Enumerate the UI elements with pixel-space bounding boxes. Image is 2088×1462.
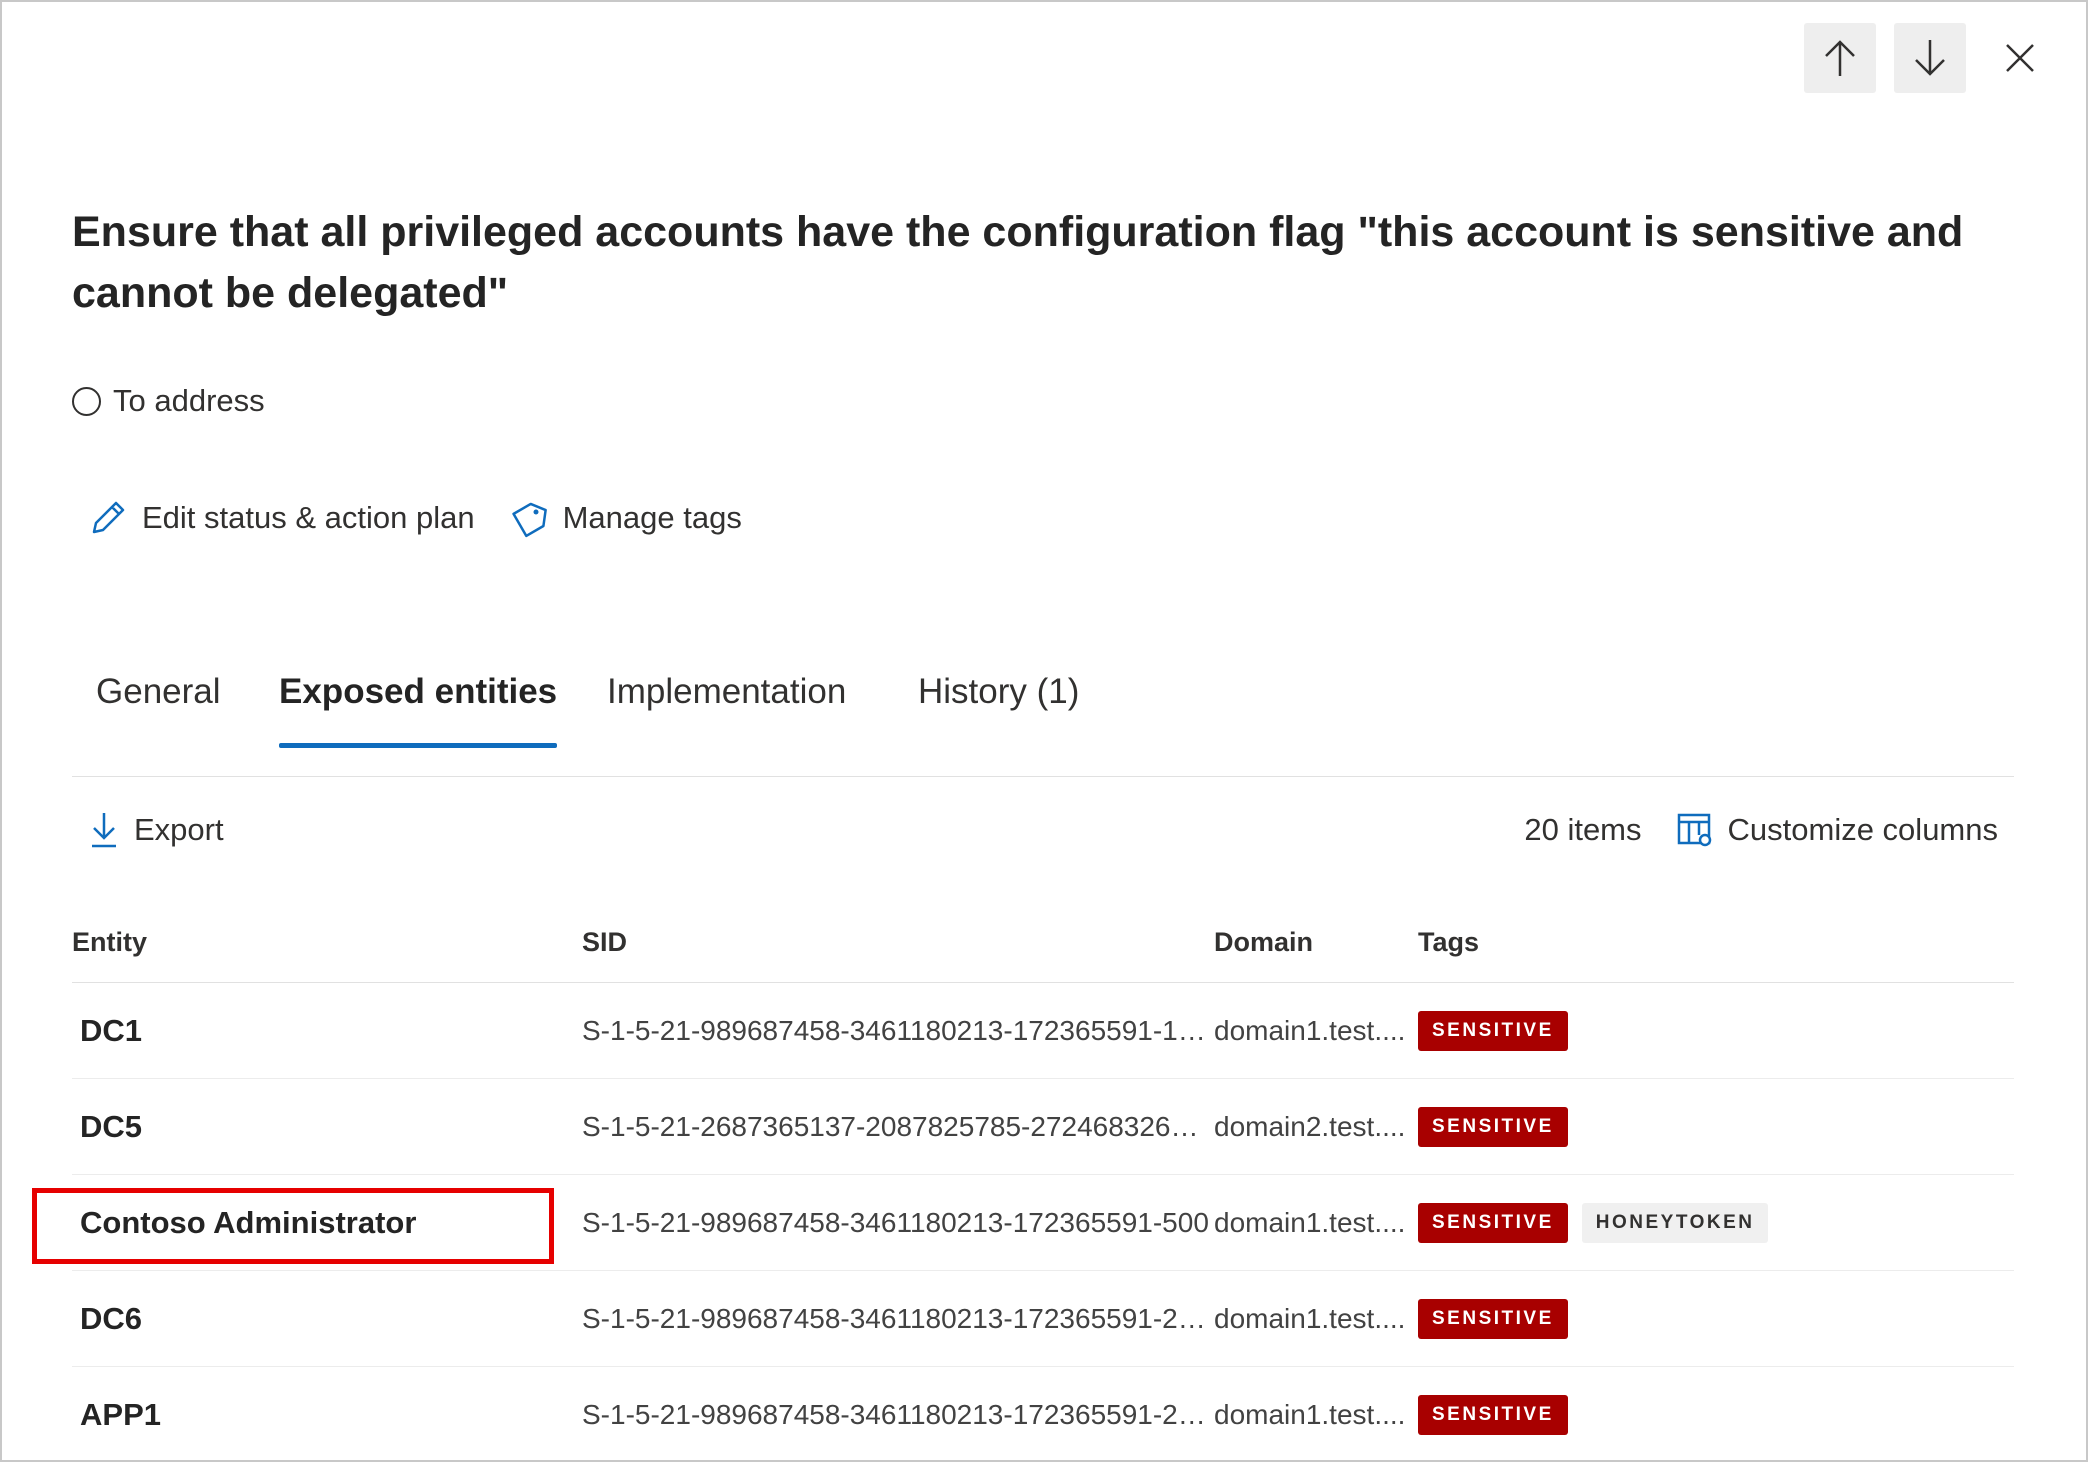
sid-value: S-1-5-21-989687458-3461180213-172365591-…	[582, 1302, 1214, 1334]
previous-item-button[interactable]	[1804, 23, 1876, 93]
customize-columns-button[interactable]: Customize columns	[1676, 811, 1998, 849]
items-count: 20 items	[1524, 812, 1642, 847]
tag-icon	[511, 502, 547, 538]
tab-history[interactable]: History (1)	[894, 666, 1103, 742]
exposed-entities-table: Entity SID Domain Tags DC1 S-1-5-21-9896…	[72, 902, 2014, 1462]
manage-tags-button[interactable]: Manage tags	[509, 498, 742, 538]
sid-value: S-1-5-21-989687458-3461180213-172365591-…	[582, 1206, 1209, 1238]
table-row[interactable]: DC6 S-1-5-21-989687458-3461180213-172365…	[72, 1271, 2014, 1367]
table-row[interactable]: DC5 S-1-5-21-2687365137-2087825785-27246…	[72, 1079, 2014, 1175]
column-header-entity[interactable]: Entity	[72, 927, 582, 958]
column-header-tags[interactable]: Tags	[1418, 927, 2014, 958]
domain-value: domain1.test....	[1214, 1206, 1406, 1238]
recommendation-panel: Ensure that all privileged accounts have…	[0, 0, 2088, 1462]
sid-value: S-1-5-21-989687458-3461180213-172365591-…	[582, 1014, 1214, 1046]
export-button[interactable]: Export	[88, 810, 224, 850]
honeytoken-tag: HONEYTOKEN	[1581, 1202, 1769, 1243]
sensitive-tag: SENSITIVE	[1418, 1394, 1568, 1435]
sensitive-tag: SENSITIVE	[1418, 1298, 1568, 1339]
domain-value: domain1.test....	[1214, 1014, 1406, 1046]
domain-value: domain1.test....	[1214, 1398, 1406, 1430]
domain-value: domain1.test....	[1214, 1302, 1406, 1334]
recommendation-title: Ensure that all privileged accounts have…	[72, 208, 1964, 317]
arrow-down-icon	[1915, 40, 1945, 76]
action-bar: Edit status & action plan Manage tags	[88, 498, 742, 538]
status-label: To address	[113, 383, 265, 418]
entity-name[interactable]: DC1	[80, 1013, 142, 1048]
arrow-up-icon	[1825, 40, 1855, 76]
export-label: Export	[134, 812, 224, 847]
next-item-button[interactable]	[1894, 23, 1966, 93]
close-icon	[2006, 44, 2034, 72]
tab-exposed-entities[interactable]: Exposed entities	[255, 666, 581, 748]
sensitive-tag: SENSITIVE	[1418, 1202, 1568, 1243]
close-button[interactable]	[1984, 23, 2056, 93]
tab-general[interactable]: General	[72, 666, 245, 742]
column-header-domain[interactable]: Domain	[1214, 927, 1418, 958]
sensitive-tag: SENSITIVE	[1418, 1106, 1568, 1147]
panel-controls	[1804, 23, 2056, 93]
entity-name[interactable]: DC5	[80, 1109, 142, 1144]
download-icon	[92, 813, 116, 848]
tab-implementation[interactable]: Implementation	[583, 666, 870, 742]
columns-icon	[1677, 813, 1711, 847]
table-header: Entity SID Domain Tags	[72, 902, 2014, 983]
pencil-icon	[92, 501, 125, 534]
sid-value: S-1-5-21-2687365137-2087825785-272468326…	[582, 1110, 1214, 1142]
sensitive-tag: SENSITIVE	[1418, 1010, 1568, 1051]
status-indicator: To address	[72, 383, 265, 419]
entity-name[interactable]: DC6	[80, 1301, 142, 1336]
table-toolbar: Export 20 items Customize columns	[72, 802, 2014, 858]
entity-name[interactable]: APP1	[80, 1397, 161, 1432]
sid-value: S-1-5-21-989687458-3461180213-172365591-…	[582, 1398, 1214, 1430]
highlight-annotation	[32, 1188, 554, 1264]
table-row[interactable]: DC1 S-1-5-21-989687458-3461180213-172365…	[72, 983, 2014, 1079]
tab-list: General Exposed entities Implementation …	[72, 666, 2014, 777]
table-row[interactable]: APP1 S-1-5-21-989687458-3461180213-17236…	[72, 1367, 2014, 1462]
edit-status-button[interactable]: Edit status & action plan	[88, 498, 475, 538]
edit-status-label: Edit status & action plan	[142, 500, 475, 535]
customize-columns-label: Customize columns	[1727, 812, 1998, 847]
status-circle-icon	[72, 386, 101, 416]
column-header-sid[interactable]: SID	[582, 927, 1214, 958]
manage-tags-label: Manage tags	[562, 500, 742, 535]
domain-value: domain2.test....	[1214, 1110, 1406, 1142]
